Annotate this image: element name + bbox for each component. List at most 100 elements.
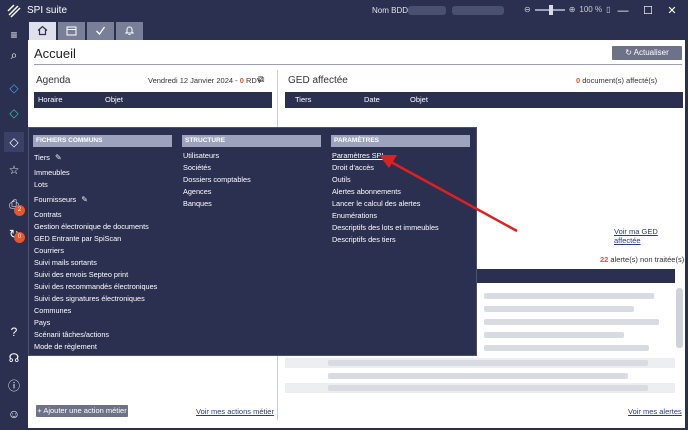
module-settings-icon[interactable]: ◇	[4, 132, 24, 152]
search-icon[interactable]: ⌕	[4, 45, 24, 65]
menu-item-suivi-recommandes[interactable]: Suivi des recommandés électroniques	[34, 282, 157, 291]
menu-item-parametres-spi[interactable]: Paramètres SPI	[332, 151, 384, 160]
printer-badge: 2	[14, 205, 25, 216]
tasks-tab[interactable]	[87, 22, 114, 40]
menu-item-suivi-signatures[interactable]: Suivi des signatures électroniques	[34, 294, 145, 303]
blurred-db-name	[408, 6, 446, 15]
menu-item-pays[interactable]: Pays	[34, 318, 50, 327]
title-divider	[34, 64, 682, 65]
pin-icon[interactable]: ✎	[55, 153, 62, 162]
alerts-count: 22 alerte(s) non traitée(s)	[600, 255, 685, 264]
menu-item-alertes-abonnements[interactable]: Alertes abonnements	[332, 187, 401, 196]
nombdd-label: Nom BDD	[372, 6, 409, 15]
sync-badge: 0	[14, 232, 25, 243]
col-date: Date	[364, 95, 380, 104]
alert-row[interactable]	[484, 293, 654, 299]
menu-item-courriers[interactable]: Courriers	[34, 246, 64, 255]
parametres-header: PARAMÈTRES	[331, 135, 470, 147]
spi-logo-icon	[7, 4, 21, 18]
zoom-slider[interactable]	[534, 4, 565, 15]
ged-table-header: Tiers Date Objet	[285, 92, 683, 108]
alerts-table-header	[477, 269, 675, 283]
bell-icon	[124, 26, 135, 35]
zoom-control[interactable]: ⊖ ⊕ 100 % ▯	[524, 4, 611, 15]
see-alerts-link[interactable]: Voir mes alertes	[628, 407, 682, 416]
check-icon	[96, 26, 106, 36]
agenda-table-header: Horaire Objet	[34, 92, 272, 108]
title-bar: SPI suite Nom BDD ⊖ ⊕ 100 % ▯ — ☐ ✕	[0, 0, 688, 22]
zoom-out-icon[interactable]: ⊖	[524, 5, 531, 14]
module-green-icon[interactable]: ◇	[4, 103, 24, 123]
alert-row[interactable]	[328, 373, 628, 379]
module-blue-icon[interactable]: ◇	[4, 78, 24, 98]
col-objet: Objet	[105, 95, 123, 104]
menu-item-banques[interactable]: Banques	[183, 199, 212, 208]
alert-row[interactable]	[484, 332, 624, 338]
calendar-tab[interactable]	[58, 22, 85, 40]
popout-icon[interactable]: ⧉	[258, 74, 264, 85]
structure-header: STRUCTURE	[182, 135, 321, 147]
help-icon[interactable]: ?	[4, 322, 24, 342]
menu-item-dossiers[interactable]: Dossiers comptables	[183, 175, 251, 184]
home-tab[interactable]	[29, 22, 56, 40]
zoom-level: 100 %	[579, 5, 603, 14]
menu-item-outils[interactable]: Outils	[332, 175, 351, 184]
settings-menu: FICHIERS COMMUNS Tiers ✎ Immeubles Lots F…	[28, 127, 477, 356]
tab-bar	[0, 22, 688, 40]
menu-item-lots[interactable]: Lots	[34, 180, 48, 189]
add-action-button[interactable]: + Ajouter une action métier	[36, 405, 128, 417]
alert-row[interactable]	[328, 360, 648, 366]
menu-item-communes[interactable]: Communes	[34, 306, 71, 315]
star-icon[interactable]: ☆	[4, 160, 24, 180]
headset-icon[interactable]: ☊	[4, 348, 24, 368]
menu-item-suivi-mails[interactable]: Suivi mails sortants	[34, 258, 97, 267]
col-objet-ged: Objet	[410, 95, 428, 104]
menu-item-descriptifs-lots[interactable]: Descriptifs des lots et immeubles	[332, 223, 439, 232]
agenda-title: Agenda	[36, 75, 71, 86]
alert-row[interactable]	[484, 306, 634, 312]
menu-item-enumerations[interactable]: Enumérations	[332, 211, 377, 220]
menu-item-droit-acces[interactable]: Droit d'accès	[332, 163, 374, 172]
menu-item-immeubles[interactable]: Immeubles	[34, 168, 70, 177]
hamburger-icon[interactable]: ≡	[4, 25, 24, 45]
menu-item-suivi-envois[interactable]: Suivi des envois Septeo print	[34, 270, 128, 279]
user-icon[interactable]: ☺	[4, 404, 24, 424]
see-ged-link[interactable]: Voir ma GED affectée	[614, 227, 685, 245]
menu-item-contrats[interactable]: Contrats	[34, 210, 62, 219]
pin-icon[interactable]: ✎	[81, 195, 88, 204]
file-icon[interactable]: ▯	[606, 5, 610, 14]
agenda-date: Vendredi 12 Janvier 2024 - 0 RDV	[148, 76, 262, 85]
app-title: SPI suite	[27, 5, 68, 16]
calendar-icon	[66, 26, 77, 36]
menu-item-fournisseurs[interactable]: Fournisseurs ✎	[34, 195, 88, 204]
home-icon	[37, 25, 48, 36]
notifications-tab[interactable]	[116, 22, 143, 40]
menu-item-scenarii[interactable]: Scénarii tâches/actions	[34, 330, 109, 339]
maximize-icon[interactable]: ☐	[640, 3, 656, 19]
menu-item-calcul-alertes[interactable]: Lancer le calcul des alertes	[332, 199, 420, 208]
ged-title: GED affectée	[288, 75, 348, 86]
menu-item-ged[interactable]: Gestion électronique de documents	[34, 222, 149, 231]
alert-row[interactable]	[484, 345, 649, 351]
blurred-user-name	[452, 6, 504, 15]
alert-row[interactable]	[328, 385, 648, 391]
alerts-scrollbar[interactable]	[676, 288, 683, 348]
menu-item-mode-reglement[interactable]: Mode de règlement	[34, 342, 97, 351]
menu-item-utilisateurs[interactable]: Utilisateurs	[183, 151, 219, 160]
menu-item-societes[interactable]: Sociétés	[183, 163, 211, 172]
minimize-icon[interactable]: —	[615, 3, 631, 19]
fichiers-header: FICHIERS COMMUNS	[33, 135, 172, 147]
col-horaire: Horaire	[38, 95, 63, 104]
see-actions-link[interactable]: Voir mes actions métier	[196, 407, 274, 416]
sidebar: ≡ ⌕ ◇ ◇ ◇ ☆ ⎙ 2 ↻ 0 ? ☊ ⓘ ☺	[0, 28, 28, 430]
close-icon[interactable]: ✕	[664, 3, 680, 19]
menu-item-tiers[interactable]: Tiers ✎	[34, 153, 62, 162]
menu-item-ged-entrante[interactable]: GED Entrante par SpiScan	[34, 234, 121, 243]
refresh-button[interactable]: ↻ Actualiser	[612, 46, 682, 60]
menu-item-agences[interactable]: Agences	[183, 187, 211, 196]
zoom-in-icon[interactable]: ⊕	[569, 5, 576, 14]
info-icon[interactable]: ⓘ	[4, 376, 24, 396]
alert-row[interactable]	[484, 319, 659, 325]
page-title: Accueil	[34, 46, 76, 61]
menu-item-descriptifs-tiers[interactable]: Descriptifs des tiers	[332, 235, 396, 244]
